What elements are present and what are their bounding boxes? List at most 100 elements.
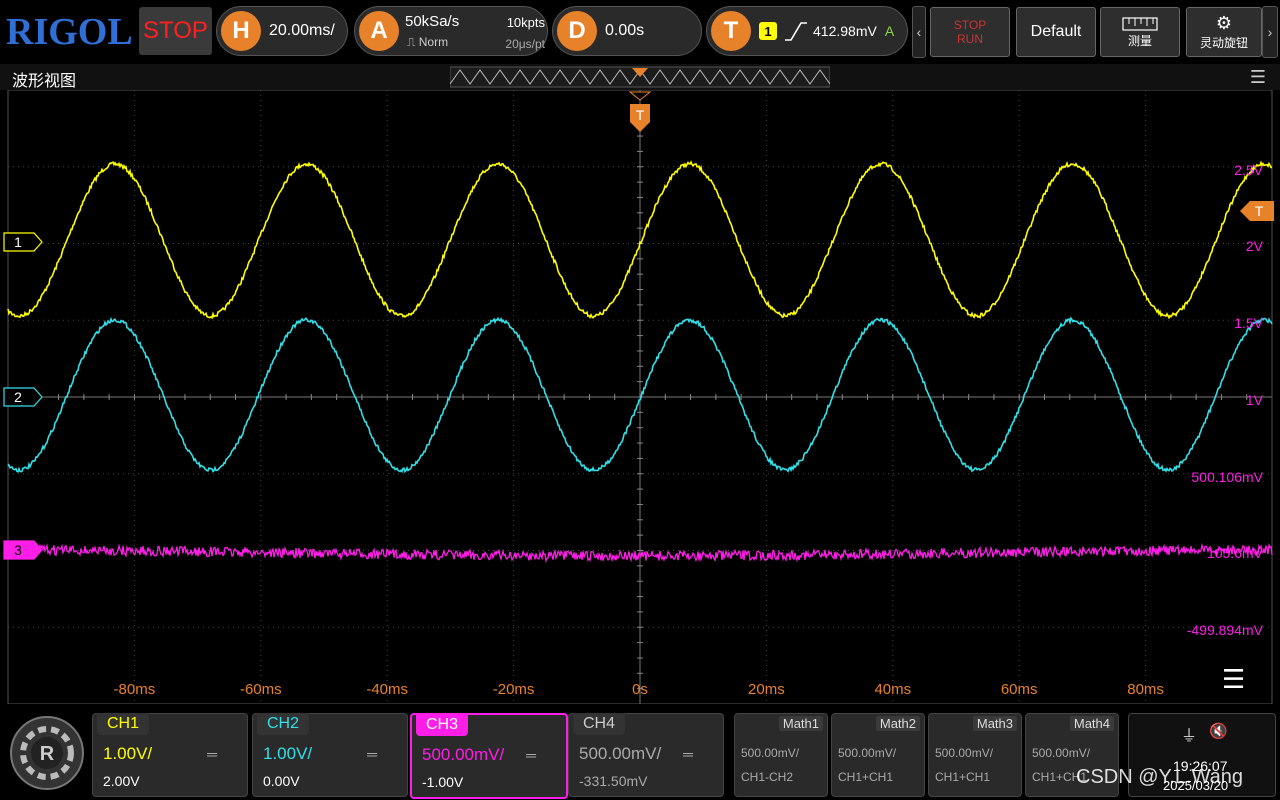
horizontal-scale: 20.00ms/ xyxy=(269,22,335,39)
usb-icon: ⏚ xyxy=(1181,728,1198,745)
time-label: -40ms xyxy=(366,681,408,698)
measure-button[interactable]: 测量 xyxy=(1100,7,1180,57)
math-scale: 500.00mV/ xyxy=(838,746,897,760)
trigger-source: 1 xyxy=(759,22,777,40)
rigol-home-icon[interactable]: R xyxy=(8,714,86,792)
math-box-3[interactable]: Math3 500.00mV/CH1+CH1 xyxy=(928,713,1022,797)
memory-overview-bar[interactable] xyxy=(450,66,830,88)
ruler-icon xyxy=(1122,16,1158,31)
scroll-left-arrow[interactable]: ‹ xyxy=(912,6,926,58)
waveform-display[interactable]: 1 2 3 T T 2.5V 2V 1.5V 1V 500.106mV 105.6mV -499.8… xyxy=(0,90,1280,704)
rising-edge-icon xyxy=(785,22,807,41)
measure-label: 测量 xyxy=(1127,33,1152,48)
pulse-icon: ⎍ xyxy=(407,35,416,49)
svg-text:T: T xyxy=(636,107,645,123)
time-axis-labels: -80ms -60ms -40ms -20ms 0s 20ms 40ms 60ms 80ms xyxy=(114,681,1164,698)
time-label: 0s xyxy=(632,681,648,698)
delay-control[interactable]: D 0.00s xyxy=(552,6,702,56)
channel-offset: 0.00V xyxy=(263,773,300,789)
channel-box-1[interactable]: CH1 1.00V/ ═ 2.00V xyxy=(92,713,248,797)
acquire-mode: Norm xyxy=(418,35,449,49)
math-expression: CH1+CH1 xyxy=(935,770,991,784)
voltage-label: 500.106mV xyxy=(1191,469,1263,485)
knob-button[interactable]: ⚙ 灵动旋钮 xyxy=(1186,7,1262,57)
default-button[interactable]: Default xyxy=(1016,7,1096,57)
coupling-dc-icon: ═ xyxy=(207,746,217,762)
svg-text:1: 1 xyxy=(14,234,22,250)
trigger-level: 412.98mV xyxy=(813,23,877,39)
math-name: Math3 xyxy=(972,716,1017,731)
channel-scale: 1.00V/ xyxy=(103,744,153,763)
time-label: -20ms xyxy=(493,681,535,698)
channel-name: CH2 xyxy=(257,713,310,735)
time-label: 40ms xyxy=(874,681,911,698)
sample-interval: 20μs/pt xyxy=(505,37,545,51)
channel-scale: 1.00V/ xyxy=(263,744,313,763)
run-state-button[interactable]: STOP xyxy=(139,7,212,55)
stop-label: STOP xyxy=(953,18,987,32)
rigol-logo: RIGOL xyxy=(6,11,133,53)
voltage-label: 1.5V xyxy=(1234,315,1263,331)
channel-2-marker[interactable]: 2 xyxy=(3,387,43,407)
voltage-label: 105.6mV xyxy=(1207,545,1264,561)
svg-text:R: R xyxy=(40,743,55,765)
acquire-control[interactable]: A 50kSa/s 10kpts ⎍ Norm 20μs/pt xyxy=(354,6,548,56)
delay-value: 0.00s xyxy=(605,22,645,39)
trigger-badge: T xyxy=(711,11,751,51)
knob-label: 灵动旋钮 xyxy=(1199,36,1248,50)
time-label: -60ms xyxy=(240,681,282,698)
voltage-label: 2V xyxy=(1246,238,1264,254)
svg-text:T: T xyxy=(1255,203,1264,219)
mute-speaker-icon: 🔇 xyxy=(1209,723,1228,740)
memory-depth: 10kpts xyxy=(506,15,545,30)
math-scale: 500.00mV/ xyxy=(741,746,800,760)
math-name: Math2 xyxy=(875,716,920,731)
channel-name: CH3 xyxy=(416,714,469,736)
channel-name: CH4 xyxy=(573,713,626,735)
time-label: 80ms xyxy=(1127,681,1164,698)
math-box-1[interactable]: Math1 500.00mV/CH1-CH2 xyxy=(734,713,828,797)
channel-1-marker[interactable]: 1 xyxy=(3,232,43,252)
waveform-header: 波形视图 ☰ xyxy=(0,64,1280,90)
channel-box-4[interactable]: CH4 500.00mV/ ═ -331.50mV xyxy=(568,713,724,797)
voltage-label: 2.5V xyxy=(1234,162,1263,178)
menu-icon[interactable]: ☰ xyxy=(1250,67,1266,88)
svg-text:2: 2 xyxy=(14,389,22,405)
coupling-dc-icon: ═ xyxy=(526,747,536,763)
channel-name: CH1 xyxy=(97,713,150,735)
voltage-label: -499.894mV xyxy=(1187,622,1264,638)
watermark: CSDN @Y.L.Wang xyxy=(1076,766,1244,788)
top-toolbar: RIGOL STOP H 20.00ms/ A 50kSa/s 10kpts ⎍… xyxy=(0,0,1280,62)
stop-run-button[interactable]: STOP RUN xyxy=(930,7,1010,57)
channel-3-marker[interactable]: 3 xyxy=(3,540,43,560)
bottom-bar: R CH1 1.00V/ ═ 2.00V CH2 1.00V/ ═ 0.00V CH3 500.0… xyxy=(0,708,1280,800)
math-name: Math1 xyxy=(778,716,823,731)
coupling-dc-icon: ═ xyxy=(367,746,377,762)
coupling-dc-icon: ═ xyxy=(683,746,693,762)
channel-box-3[interactable]: CH3 500.00mV/ ═ -1.00V xyxy=(410,713,568,799)
horizontal-badge: H xyxy=(221,11,261,51)
math-box-2[interactable]: Math2 500.00mV/CH1+CH1 xyxy=(831,713,925,797)
channel-scale: 500.00mV/ xyxy=(579,744,662,763)
time-label: -80ms xyxy=(114,681,156,698)
navigation-icon[interactable]: ☰ xyxy=(1222,664,1245,695)
horizontal-scale-control[interactable]: H 20.00ms/ xyxy=(216,6,348,56)
trigger-control[interactable]: T 1 412.98mV A xyxy=(706,6,908,56)
run-label: RUN xyxy=(957,32,983,46)
math-expression: CH1+CH1 xyxy=(838,770,894,784)
channel-offset: -331.50mV xyxy=(579,773,648,789)
waveform-view-title: 波形视图 xyxy=(12,73,77,90)
time-label: 20ms xyxy=(748,681,785,698)
scroll-right-arrow[interactable]: › xyxy=(1262,6,1278,58)
channel-offset: -1.00V xyxy=(422,774,464,790)
voltage-label: 1V xyxy=(1246,392,1264,408)
channel-box-2[interactable]: CH2 1.00V/ ═ 0.00V xyxy=(252,713,408,797)
knob-gear-icon: ⚙ xyxy=(1215,13,1233,33)
trigger-mode: A xyxy=(884,23,895,39)
sample-rate: 50kSa/s xyxy=(405,13,460,30)
svg-text:3: 3 xyxy=(14,542,22,558)
graticule xyxy=(0,90,1280,704)
delay-badge: D xyxy=(557,11,597,51)
channel-scale: 500.00mV/ xyxy=(422,745,505,764)
channel-offset: 2.00V xyxy=(103,773,140,789)
